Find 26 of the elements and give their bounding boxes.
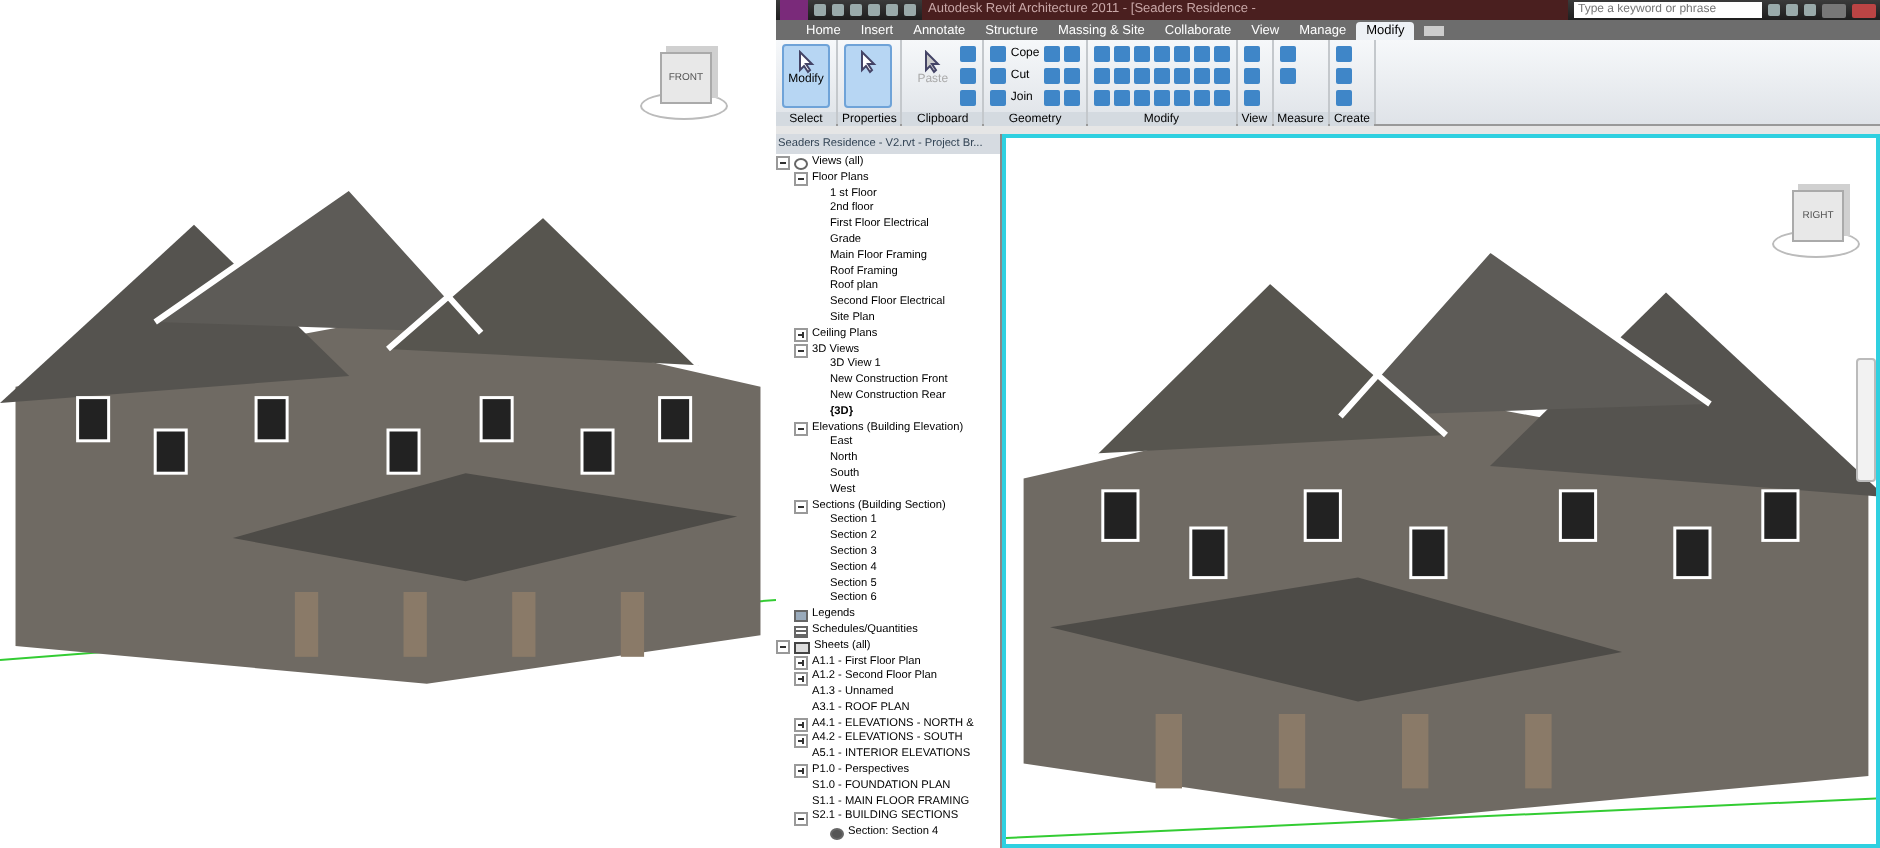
cursor-icon [920,50,945,74]
expand-toggle-icon[interactable] [794,764,808,779]
expand-toggle-icon[interactable] [794,343,808,358]
section-icon [830,828,844,841]
expand-toggle-icon[interactable] [776,156,790,171]
expand-toggle-icon[interactable] [794,811,808,826]
expand-toggle-icon[interactable] [794,733,808,748]
expand-toggle-icon[interactable] [794,718,808,733]
views-icon [794,157,808,170]
minimize-icon[interactable] [1822,3,1846,17]
expand-toggle-icon[interactable] [794,328,808,343]
expand-toggle-icon[interactable] [776,640,790,655]
expand-toggle-icon[interactable] [794,421,808,436]
legend-icon [794,610,808,622]
expand-toggle-icon[interactable] [794,499,808,514]
sheets-icon [794,641,810,654]
navigation-bar[interactable] [1856,358,1876,482]
cursor-icon [856,50,880,74]
schedule-icon [794,625,808,638]
expand-toggle-icon[interactable] [794,172,808,187]
cursor-icon [794,50,818,74]
close-icon[interactable] [1852,3,1876,17]
panel-toggle-icon[interactable] [1424,26,1445,36]
expand-toggle-icon[interactable] [794,671,808,686]
large-tool-button[interactable] [844,44,892,108]
expand-toggle-icon[interactable] [794,655,808,670]
